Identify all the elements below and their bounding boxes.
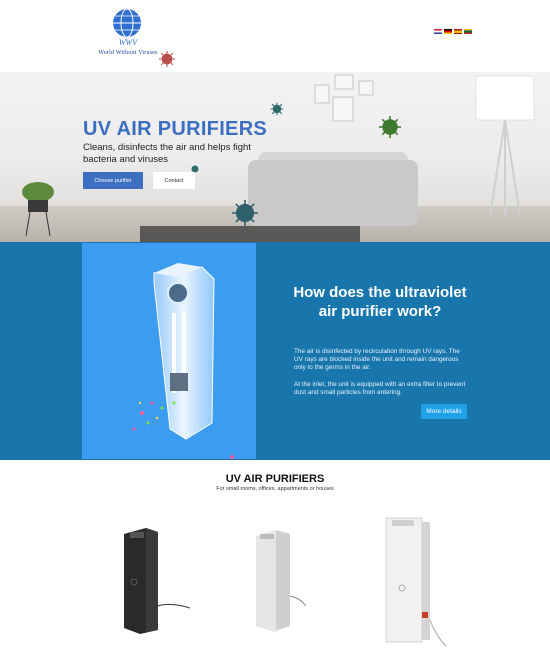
sofa-seat: [248, 160, 418, 226]
hero-rug: [140, 226, 360, 242]
logo-monogram: WWV: [118, 38, 138, 47]
hero-subtitle: Cleans, disinfects the air and helps fig…: [83, 142, 251, 165]
potted-plant: [22, 182, 54, 236]
products-section: UV AIR PURIFIERS For small rooms, office…: [0, 460, 550, 661]
product-silver-purifier[interactable]: [380, 516, 450, 648]
globe-icon: [113, 8, 141, 38]
flag-es-icon[interactable]: [454, 29, 462, 34]
info-paragraph-2: At the inlet, the unit is equipped with …: [294, 381, 466, 396]
language-switcher: [434, 29, 472, 34]
flag-en-icon[interactable]: [434, 29, 442, 34]
more-details-button[interactable]: More details: [421, 404, 467, 419]
hero-section: UV AIR PURIFIERS Cleans, disinfects the …: [0, 60, 550, 242]
purifier-cutaway-image: [82, 243, 256, 459]
flag-de-icon[interactable]: [444, 29, 452, 34]
virus-icon: [232, 200, 258, 226]
how-it-works-section: How does the ultraviolet air purifier wo…: [0, 242, 550, 460]
virus-icon: [158, 50, 176, 68]
contact-button[interactable]: Contact: [153, 172, 195, 189]
floor-lamp: [475, 75, 535, 217]
info-paragraph-1: The air is disinfected by recirculation …: [294, 348, 460, 371]
choose-purifier-button[interactable]: Choose purifier: [83, 172, 143, 189]
virus-icon: [270, 102, 284, 116]
products-title: UV AIR PURIFIERS: [225, 473, 325, 485]
site-header: WWV World Without Viruses: [0, 0, 550, 72]
flag-lt-icon[interactable]: [464, 29, 472, 34]
product-black-purifier[interactable]: [110, 526, 190, 636]
wall-frames: [314, 74, 376, 130]
product-white-purifier[interactable]: [248, 526, 308, 636]
virus-icon: [379, 116, 401, 138]
products-subtitle: For small rooms, offices, appartments or…: [216, 486, 334, 492]
info-title: How does the ultraviolet air purifier wo…: [293, 284, 467, 320]
hero-title: UV AIR PURIFIERS: [83, 118, 268, 140]
